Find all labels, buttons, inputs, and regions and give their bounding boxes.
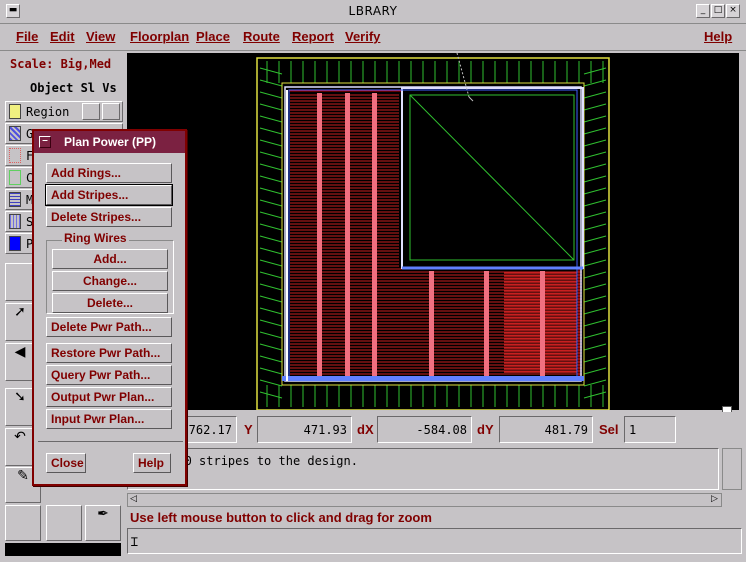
- tool-status-strip: [5, 543, 121, 556]
- add-rings-button[interactable]: Add Rings...: [46, 163, 172, 183]
- status-hint: Use left mouse button to click and drag …: [130, 510, 432, 525]
- blank-tool-button[interactable]: [46, 505, 82, 541]
- input-pwr-plan-button[interactable]: Input Pwr Plan...: [46, 409, 172, 429]
- layer-swatch: [9, 126, 21, 141]
- menu-edit[interactable]: Edit: [50, 29, 75, 44]
- add-stripes-button[interactable]: Add Stripes...: [45, 184, 173, 206]
- layer-swatch: [9, 236, 21, 251]
- dy-label: dY: [477, 422, 494, 437]
- coordinate-bar: -762.17 Y 471.93 dX -584.08 dY 481.79 Se…: [127, 412, 746, 448]
- ruler-tool-icon[interactable]: [5, 505, 41, 541]
- dx-label: dX: [357, 422, 374, 437]
- layout-canvas[interactable]: [127, 53, 739, 410]
- pointer-icon[interactable]: ➘: [5, 388, 35, 426]
- menu-place[interactable]: Place: [196, 29, 230, 44]
- floorplan-drawing: [256, 53, 610, 410]
- layer-visible-toggle[interactable]: [102, 103, 120, 120]
- ring-change-button[interactable]: Change...: [52, 271, 168, 291]
- command-input[interactable]: Ɪ: [127, 528, 742, 554]
- dialog-title: Plan Power (PP): [64, 135, 157, 149]
- dialog-menu-icon[interactable]: –: [39, 136, 51, 148]
- text-cursor-icon: Ɪ: [131, 535, 138, 549]
- dx-field[interactable]: -584.08: [377, 416, 472, 443]
- y-label: Y: [244, 422, 253, 437]
- scroll-left-icon[interactable]: ◁: [130, 494, 137, 504]
- probe-tool-icon[interactable]: ✒: [85, 505, 121, 541]
- query-pwr-path-button[interactable]: Query Pwr Path...: [46, 365, 172, 385]
- close-button[interactable]: Close: [46, 453, 86, 473]
- close-icon[interactable]: ×: [726, 4, 740, 18]
- menubar: File Edit View Floorplan Place Route Rep…: [0, 25, 746, 51]
- layer-swatch: [9, 148, 21, 163]
- ring-wires-label: Ring Wires: [62, 231, 129, 245]
- layer-swatch: [9, 192, 21, 207]
- message-hscroll[interactable]: ◁ ▷: [127, 493, 722, 507]
- dy-field[interactable]: 481.79: [499, 416, 593, 443]
- layer-label: Region: [26, 105, 70, 119]
- output-pwr-plan-button[interactable]: Output Pwr Plan...: [46, 387, 172, 407]
- move-left-icon[interactable]: ◀: [5, 343, 35, 381]
- menu-report[interactable]: Report: [292, 29, 334, 44]
- plan-power-dialog: – Plan Power (PP) Add Rings... Add Strip…: [32, 129, 187, 486]
- menu-verify[interactable]: Verify: [345, 29, 380, 44]
- window-title: LBRARY: [348, 4, 398, 18]
- layer-swatch: [9, 170, 21, 185]
- object-header: Object Sl Vs: [30, 81, 117, 95]
- message-vscroll[interactable]: [722, 448, 742, 490]
- sel-label: Sel: [599, 422, 619, 437]
- menu-help[interactable]: Help: [704, 29, 732, 44]
- menu-route[interactable]: Route: [243, 29, 280, 44]
- undo-icon[interactable]: ↶: [5, 428, 35, 466]
- window-titlebar: ▬ LBRARY _ □ ×: [0, 0, 746, 24]
- help-button[interactable]: Help: [133, 453, 171, 473]
- ring-delete-button[interactable]: Delete...: [52, 293, 168, 313]
- dialog-titlebar[interactable]: – Plan Power (PP): [34, 131, 185, 153]
- scale-label: Scale: Big,Med: [10, 57, 112, 71]
- dialog-separator: [38, 441, 183, 442]
- maximize-icon[interactable]: □: [711, 4, 725, 18]
- scroll-right-icon[interactable]: ▷: [711, 494, 718, 504]
- align-tool-icon[interactable]: [5, 263, 35, 301]
- layer-select-toggle[interactable]: [82, 103, 100, 120]
- menu-view[interactable]: View: [86, 29, 115, 44]
- restore-pwr-path-button[interactable]: Restore Pwr Path...: [46, 343, 172, 363]
- layer-row-region[interactable]: Region: [5, 101, 123, 122]
- menu-floorplan[interactable]: Floorplan: [130, 29, 189, 44]
- select-arrow-icon[interactable]: ➚: [5, 303, 35, 341]
- canvas-right-edge: [739, 53, 746, 410]
- y-coord-field[interactable]: 471.93: [257, 416, 352, 443]
- delete-stripes-button[interactable]: Delete Stripes...: [46, 207, 172, 227]
- ring-add-button[interactable]: Add...: [52, 249, 168, 269]
- minimize-icon[interactable]: _: [696, 4, 710, 18]
- layer-swatch: [9, 104, 21, 119]
- message-log: Added 10 stripes to the design.: [127, 448, 719, 490]
- sel-count-field[interactable]: 1: [624, 416, 676, 443]
- menu-file[interactable]: File: [16, 29, 38, 44]
- delete-pwr-path-button[interactable]: Delete Pwr Path...: [46, 317, 172, 337]
- layer-swatch: [9, 214, 21, 229]
